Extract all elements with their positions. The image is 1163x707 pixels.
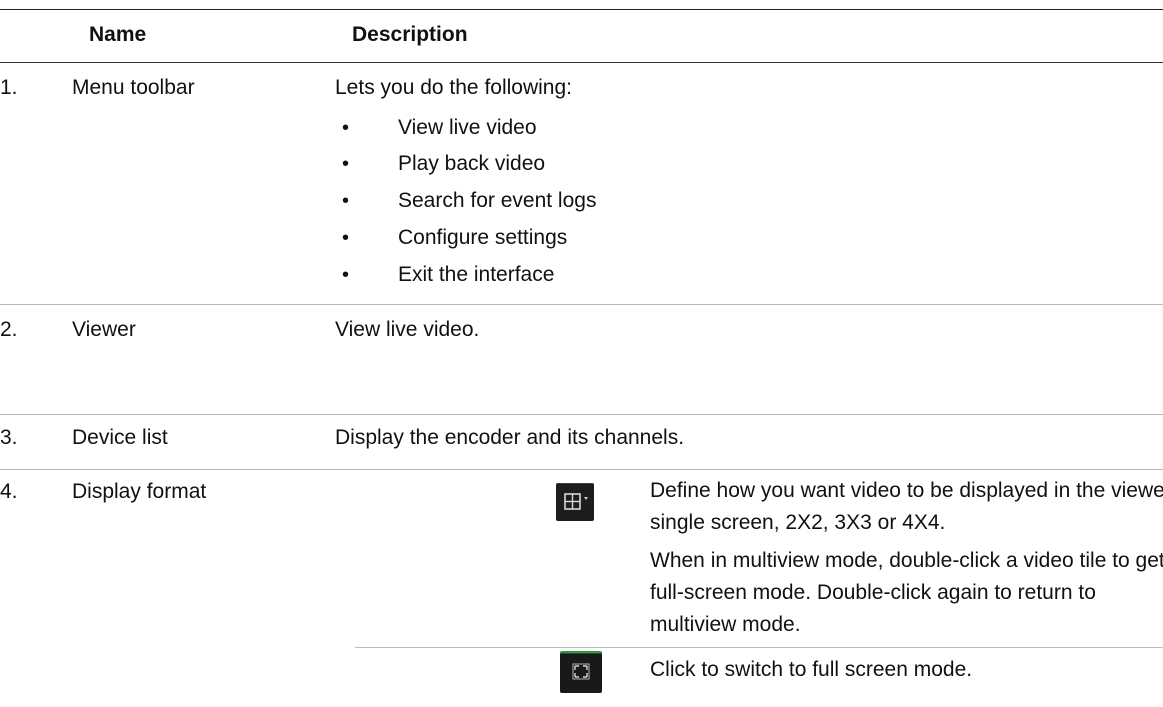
table-top-rule bbox=[0, 9, 1163, 10]
row-description: Lets you do the following: bbox=[335, 76, 572, 99]
bullet-item: Search for event logs bbox=[398, 189, 597, 212]
row-name: Display format bbox=[72, 480, 207, 503]
header-name: Name bbox=[89, 23, 147, 46]
row-divider bbox=[0, 414, 1163, 415]
fullscreen-description: Click to switch to full screen mode. bbox=[650, 654, 972, 686]
display-format-description: Define how you want video to be displaye… bbox=[650, 475, 1163, 641]
description-table: Name Description 1. Menu toolbar Lets yo… bbox=[0, 0, 1163, 707]
bullet-item: View live video bbox=[398, 116, 537, 139]
bullet-icon: • bbox=[342, 264, 350, 286]
bullet-icon: • bbox=[342, 227, 350, 249]
row-number: 3. bbox=[0, 426, 18, 449]
bullet-icon: • bbox=[342, 153, 350, 175]
bullet-item: Play back video bbox=[398, 152, 546, 175]
bullet-icon: • bbox=[342, 117, 350, 139]
header-rule bbox=[0, 62, 1163, 63]
row-divider bbox=[0, 469, 1163, 470]
row-number: 4. bbox=[0, 480, 18, 503]
row-description: View live video. bbox=[335, 318, 480, 341]
description-line: single screen, 2X2, 3X3 or 4X4. bbox=[650, 511, 946, 534]
description-line: When in multiview mode, double-click a v… bbox=[650, 549, 1163, 572]
description-line: multiview mode. bbox=[650, 613, 801, 636]
description-line: Click to switch to full screen mode. bbox=[650, 658, 973, 681]
bullet-icon: • bbox=[342, 190, 350, 212]
description-line: full-screen mode. Double-click again to … bbox=[650, 581, 1096, 604]
row-number: 2. bbox=[0, 318, 18, 341]
row-number: 1. bbox=[0, 76, 18, 99]
bullet-item: Exit the interface bbox=[398, 263, 555, 286]
row-name: Viewer bbox=[72, 318, 136, 341]
row-name: Menu toolbar bbox=[72, 76, 195, 99]
row-name: Device list bbox=[72, 426, 168, 449]
grid-layout-icon bbox=[556, 483, 594, 521]
sub-row-divider bbox=[355, 647, 1163, 648]
row-divider bbox=[0, 304, 1163, 305]
bullet-item: Configure settings bbox=[398, 226, 568, 249]
header-description: Description bbox=[352, 23, 468, 46]
description-line: Define how you want video to be displaye… bbox=[650, 479, 1163, 502]
row-description: Display the encoder and its channels. bbox=[335, 426, 685, 449]
fullscreen-icon bbox=[560, 651, 602, 693]
